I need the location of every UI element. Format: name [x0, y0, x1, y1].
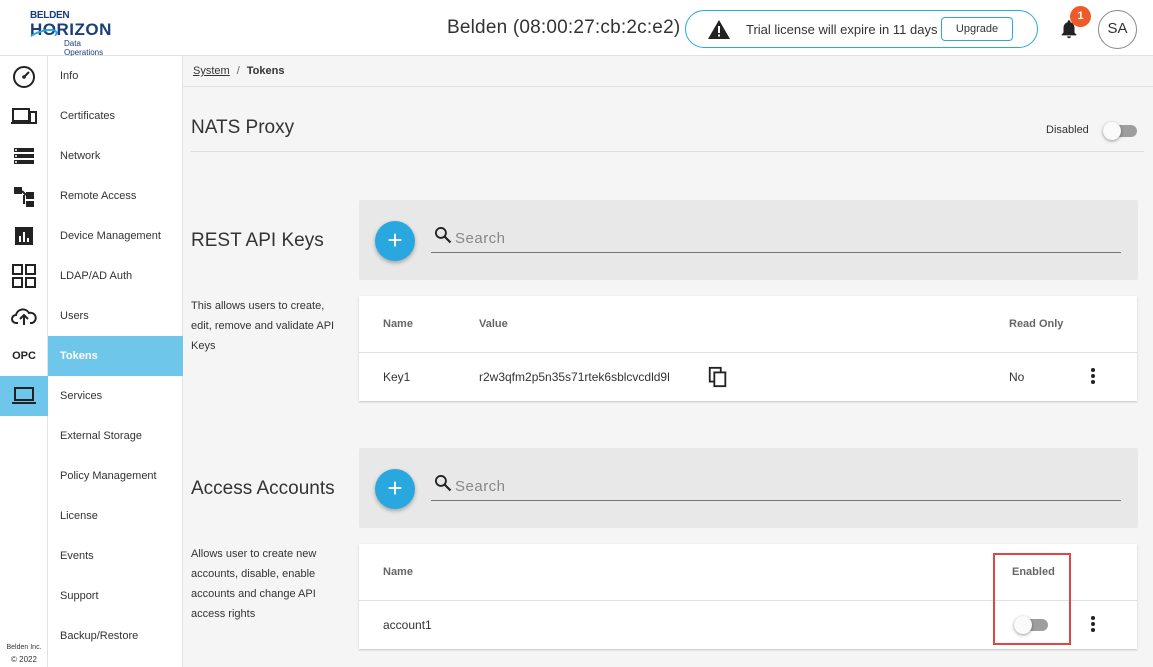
user-avatar[interactable]: SA: [1098, 10, 1137, 49]
cloud-upload-icon[interactable]: [0, 296, 48, 336]
access-accounts-title: Access Accounts: [191, 478, 335, 499]
dashboard-icon[interactable]: [0, 56, 48, 96]
breadcrumb-system-link[interactable]: System: [193, 65, 230, 77]
api-key-name: Key1: [383, 370, 411, 384]
system-laptop-icon[interactable]: [0, 376, 48, 416]
account-more-options-icon[interactable]: [1088, 615, 1098, 635]
subnav-item-info[interactable]: Info: [48, 56, 183, 96]
system-subnav: Info Certificates Network Remote Access …: [48, 56, 183, 667]
app-header: BELDEN HORIZON Data Operations Belden (0…: [0, 0, 1153, 57]
subnav-item-users[interactable]: Users: [48, 296, 183, 336]
subnav-item-ldap-ad-auth[interactable]: LDAP/AD Auth: [48, 256, 183, 296]
subnav-item-events[interactable]: Events: [48, 536, 183, 576]
storage-icon[interactable]: [0, 136, 48, 176]
footer-copyright: © 2022: [11, 655, 37, 664]
trial-message: Trial license will expire in 11 days: [746, 22, 938, 37]
subnav-item-network[interactable]: Network: [48, 136, 183, 176]
breadcrumb: System / Tokens: [183, 56, 1153, 87]
access-accounts-toolbar: +: [359, 448, 1138, 528]
rest-api-keys-description: This allows users to create, edit, remov…: [191, 300, 335, 352]
notification-count-badge: 1: [1070, 6, 1091, 27]
api-key-more-options-icon[interactable]: [1088, 367, 1098, 387]
opc-icon[interactable]: OPC: [0, 336, 48, 376]
icon-rail: OPC Belden Inc. © 2022: [0, 56, 48, 667]
subnav-item-external-storage[interactable]: External Storage: [48, 416, 183, 456]
subnav-item-license[interactable]: License: [48, 496, 183, 536]
apps-grid-icon[interactable]: [0, 256, 48, 296]
table-row[interactable]: Key1 r2w3qfm2p5n35s71rtek6sblcvcdld9l No: [359, 353, 1137, 401]
add-api-key-button[interactable]: +: [375, 221, 415, 261]
belden-horizon-logo[interactable]: BELDEN HORIZON Data Operations: [26, 10, 118, 57]
subnav-item-device-management[interactable]: Device Management: [48, 216, 183, 256]
nats-proxy-title: NATS Proxy: [191, 117, 295, 138]
api-key-read-only: No: [1009, 370, 1025, 384]
subnav-item-remote-access[interactable]: Remote Access: [48, 176, 183, 216]
nats-proxy-status-label: Disabled: [1046, 124, 1089, 136]
api-keys-table: Name Value Read Only Key1 r2w3qfm2p5n35s…: [359, 296, 1137, 401]
logo-tagline: Data Operations: [64, 39, 104, 57]
rest-api-keys-title: REST API Keys: [191, 230, 324, 251]
search-icon: [435, 227, 452, 244]
device-title: Belden (08:00:27:cb:2c:e2): [447, 17, 681, 38]
search-icon: [435, 475, 452, 492]
api-key-search: [431, 222, 1121, 253]
account-search-input[interactable]: [455, 475, 1055, 497]
analytics-icon[interactable]: [0, 216, 48, 256]
column-header-name[interactable]: Name: [383, 566, 413, 578]
hierarchy-icon[interactable]: [0, 176, 48, 216]
nats-proxy-toggle[interactable]: [1103, 122, 1137, 140]
toggle-knob: [1103, 122, 1121, 140]
column-header-read-only[interactable]: Read Only: [1009, 318, 1063, 330]
api-keys-table-header: Name Value Read Only: [359, 296, 1137, 353]
upgrade-button[interactable]: Upgrade: [941, 17, 1013, 41]
subnav-item-certificates[interactable]: Certificates: [48, 96, 183, 136]
footer-company: Belden Inc.: [6, 644, 42, 651]
devices-icon[interactable]: [0, 96, 48, 136]
subnav-item-support[interactable]: Support: [48, 576, 183, 616]
account-name: account1: [383, 618, 432, 632]
breadcrumb-current: Tokens: [246, 65, 285, 77]
account-search: [431, 470, 1121, 501]
enabled-column-highlight: [993, 553, 1071, 645]
rail-footer: Belden Inc. © 2022: [0, 642, 48, 666]
column-header-name[interactable]: Name: [383, 318, 413, 330]
breadcrumb-separator: /: [236, 65, 240, 77]
warning-icon: [708, 20, 730, 39]
copy-icon[interactable]: [707, 366, 729, 388]
subnav-item-services[interactable]: Services: [48, 376, 183, 416]
rest-api-keys-toolbar: +: [359, 200, 1138, 280]
column-header-value[interactable]: Value: [479, 318, 508, 330]
subnav-item-tokens[interactable]: Tokens: [48, 336, 183, 376]
opc-label: OPC: [12, 350, 36, 362]
subnav-item-policy-management[interactable]: Policy Management: [48, 456, 183, 496]
api-key-value: r2w3qfm2p5n35s71rtek6sblcvcdld9l: [479, 370, 670, 384]
access-accounts-description: Allows user to create new accounts, disa…: [191, 548, 317, 620]
subnav-item-backup-restore[interactable]: Backup/Restore: [48, 616, 183, 656]
add-account-button[interactable]: +: [375, 469, 415, 509]
api-key-search-input[interactable]: [455, 227, 1055, 249]
trial-license-banner: Trial license will expire in 11 days Upg…: [685, 10, 1038, 48]
section-divider: [191, 151, 1144, 152]
